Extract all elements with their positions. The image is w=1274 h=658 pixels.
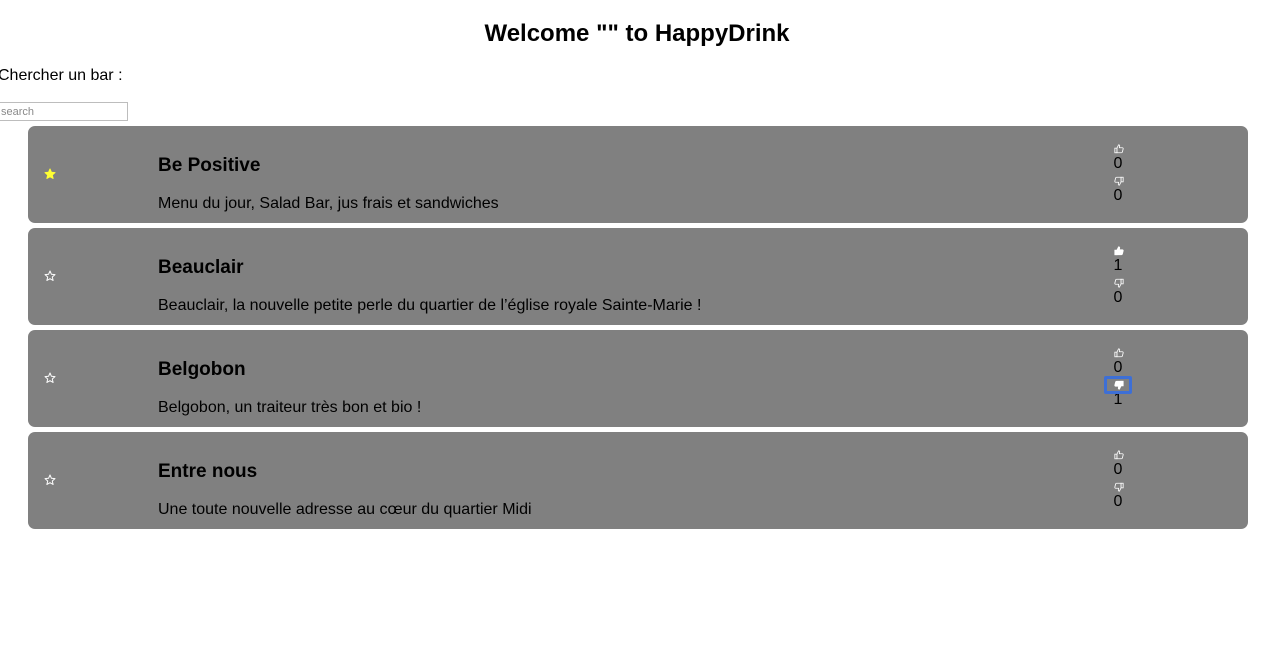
like-count: 1 [1113,257,1123,274]
dislike-button[interactable] [1104,274,1132,292]
star-icon[interactable] [44,167,56,179]
bar-description: Une toute nouvelle adresse au cœur du qu… [158,501,532,518]
star-icon[interactable] [44,371,56,383]
like-count: 0 [1113,461,1123,478]
bar-description: Belgobon, un traiteur très bon et bio ! [158,399,422,416]
like-count: 0 [1113,155,1123,172]
bar-card: Belgobon Belgobon, un traiteur très bon … [28,330,1248,427]
votes: 1 0 [1102,242,1134,306]
bar-description: Menu du jour, Salad Bar, jus frais et sa… [158,195,499,212]
dislike-count: 0 [1113,493,1123,510]
like-button[interactable] [1104,446,1132,464]
bar-card: Entre nous Une toute nouvelle adresse au… [28,432,1248,529]
star-icon[interactable] [44,269,56,281]
dislike-count: 1 [1113,391,1123,408]
bar-description: Beauclair, la nouvelle petite perle du q… [158,297,702,314]
like-button[interactable] [1104,344,1132,362]
bar-list: Be Positive Menu du jour, Salad Bar, jus… [28,126,1248,534]
votes: 0 0 [1102,446,1134,510]
like-button[interactable] [1104,140,1132,158]
bar-name[interactable]: Entre nous [158,460,257,484]
search-label: Chercher un bar : [0,67,123,84]
votes: 0 0 [1102,140,1134,204]
dislike-button[interactable] [1104,478,1132,496]
page-title: Welcome "" to HappyDrink [484,20,790,47]
like-button[interactable] [1104,242,1132,260]
bar-name[interactable]: Beauclair [158,256,244,280]
dislike-count: 0 [1113,289,1123,306]
bar-card: Be Positive Menu du jour, Salad Bar, jus… [28,126,1248,223]
page: Welcome "" to HappyDrink Chercher un bar… [0,0,1274,658]
votes: 0 1 [1102,344,1134,408]
like-count: 0 [1113,359,1123,376]
bar-card: Beauclair Beauclair, la nouvelle petite … [28,228,1248,325]
dislike-count: 0 [1113,187,1123,204]
dislike-button[interactable] [1104,376,1132,394]
bar-name[interactable]: Belgobon [158,358,246,382]
search-input[interactable] [0,102,128,121]
dislike-button[interactable] [1104,172,1132,190]
bar-name[interactable]: Be Positive [158,154,260,178]
star-icon[interactable] [44,473,56,485]
